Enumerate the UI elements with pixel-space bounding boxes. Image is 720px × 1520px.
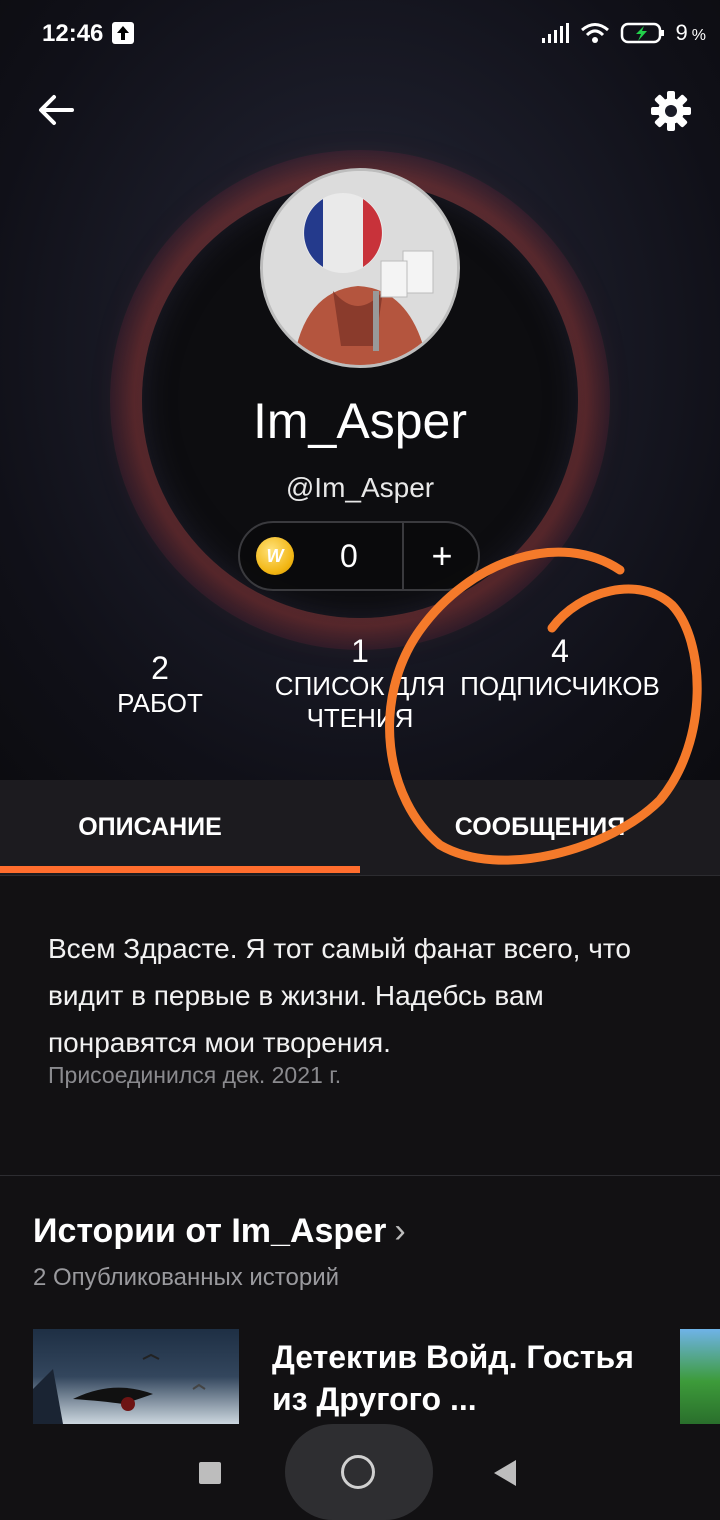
wifi-icon bbox=[580, 23, 609, 43]
buy-coins-button[interactable]: + bbox=[412, 529, 472, 583]
gear-icon bbox=[651, 91, 691, 131]
coin-count: 0 bbox=[340, 538, 358, 574]
battery-icon bbox=[620, 22, 664, 44]
signal-icon bbox=[541, 23, 569, 43]
stat-works[interactable]: 2 РАБОТ bbox=[100, 650, 220, 719]
stories-count: 2 Опубликованных историй bbox=[33, 1264, 340, 1291]
battery-level: 9% bbox=[675, 20, 706, 45]
status-icons: 9% bbox=[540, 20, 706, 46]
coin-balance: W 0 + bbox=[238, 521, 480, 591]
tab-messages[interactable]: СООБЩЕНИЯ bbox=[360, 780, 720, 875]
coin-divider bbox=[402, 523, 404, 589]
followers-count: 4 bbox=[551, 633, 569, 669]
settings-button[interactable] bbox=[648, 88, 694, 134]
profile-tabs: ОПИСАНИЕ СООБЩЕНИЯ bbox=[0, 780, 720, 876]
story-cover[interactable] bbox=[33, 1329, 239, 1424]
story-cover-image bbox=[33, 1353, 206, 1424]
stories-title-text: Истории от Im_Asper bbox=[33, 1212, 387, 1250]
section-divider bbox=[0, 1175, 720, 1176]
story-title[interactable]: Детектив Войд. Гостья из Другого ... bbox=[272, 1336, 652, 1420]
works-label: РАБОТ bbox=[117, 688, 203, 718]
reading-lists-label: СПИСОК ДЛЯ ЧТЕНИЯ bbox=[274, 671, 446, 733]
display-name: Im_Asper bbox=[253, 393, 467, 449]
status-time: 12:46 bbox=[42, 20, 104, 47]
joined-date: Присоединился дек. 2021 г. bbox=[48, 1062, 342, 1088]
chevron-right-icon: › bbox=[394, 1212, 406, 1250]
profile-description: Всем Здрасте. Я тот самый фанат всего, ч… bbox=[48, 933, 631, 1058]
stories-section-title[interactable]: Истории от Im_Asper › bbox=[33, 1212, 406, 1251]
system-nav-bar bbox=[0, 1424, 720, 1520]
works-count: 2 bbox=[151, 650, 169, 686]
status-bar: 12:46 9% bbox=[0, 0, 720, 70]
stat-followers[interactable]: 4 ПОДПИСЧИКОВ bbox=[460, 633, 660, 702]
coin-icon: W bbox=[256, 537, 294, 575]
reading-lists-count: 1 bbox=[351, 633, 369, 669]
stat-reading-lists[interactable]: 1 СПИСОК ДЛЯ ЧТЕНИЯ bbox=[260, 633, 460, 734]
recents-button[interactable] bbox=[199, 1462, 221, 1484]
username: @Im_Asper bbox=[285, 472, 435, 503]
active-tab-indicator bbox=[0, 866, 360, 873]
story-cover-next[interactable] bbox=[680, 1329, 720, 1424]
upload-icon bbox=[112, 22, 134, 44]
back-button[interactable] bbox=[34, 88, 78, 132]
avatar[interactable] bbox=[260, 168, 460, 368]
back-arrow-icon bbox=[39, 95, 74, 125]
tab-description[interactable]: ОПИСАНИЕ bbox=[0, 780, 330, 875]
followers-label: ПОДПИСЧИКОВ bbox=[460, 671, 660, 701]
home-ring-icon bbox=[341, 1455, 375, 1489]
system-back-button[interactable] bbox=[494, 1460, 516, 1486]
home-button[interactable] bbox=[285, 1424, 433, 1520]
avatar-image bbox=[263, 171, 457, 365]
